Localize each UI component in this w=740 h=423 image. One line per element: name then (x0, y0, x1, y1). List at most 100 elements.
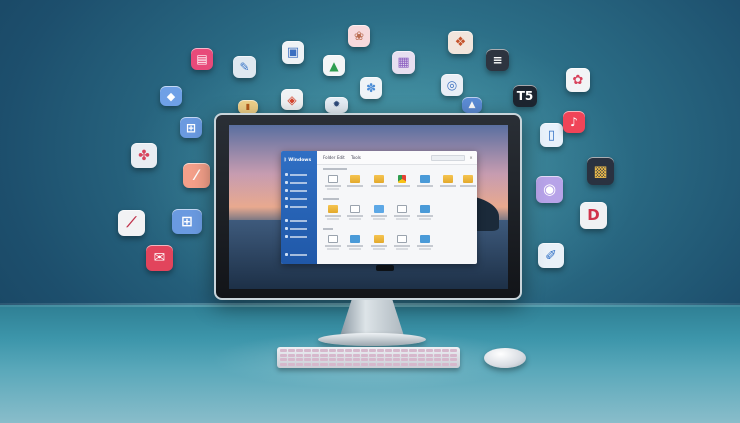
pencil-icon[interactable]: ⁄ (183, 163, 210, 188)
keyboard-key[interactable] (409, 349, 417, 352)
keyboard-key[interactable] (409, 358, 417, 361)
file-item[interactable] (345, 205, 365, 223)
keyboard-key[interactable] (288, 353, 296, 357)
keyboard-key[interactable] (401, 362, 409, 366)
keyboard-key[interactable] (288, 362, 296, 366)
keyboard-key[interactable] (425, 358, 433, 361)
file-explorer-window[interactable]: ᛒ Windows Folder Edit Tools × (281, 151, 477, 264)
folder-item[interactable] (369, 175, 389, 193)
file-item[interactable] (369, 205, 389, 223)
keyboard-key[interactable] (441, 362, 449, 366)
keyboard-key[interactable] (393, 362, 401, 366)
keyboard-key[interactable] (336, 358, 344, 361)
news-icon[interactable]: ▣ (282, 41, 304, 64)
keyboard-key[interactable] (280, 358, 288, 361)
petal-icon[interactable]: ✿ (566, 68, 590, 92)
keyboard-key[interactable] (360, 362, 368, 366)
keyboard-key[interactable] (417, 362, 425, 366)
keyboard-key[interactable] (393, 358, 401, 361)
keyboard-key[interactable] (312, 358, 320, 361)
chat-icon[interactable]: ✉ (146, 245, 173, 271)
keyboard-key[interactable] (425, 362, 433, 366)
keyboard-key[interactable] (393, 353, 401, 357)
folder-item[interactable] (438, 175, 458, 193)
keyboard-key[interactable] (328, 358, 336, 361)
file-item[interactable] (323, 205, 343, 223)
keyboard-key[interactable] (328, 362, 336, 366)
keyboard-key[interactable] (441, 358, 449, 361)
keyboard-key[interactable] (441, 349, 449, 352)
sidebar-item[interactable] (285, 173, 307, 176)
keyboard-key[interactable] (312, 362, 320, 366)
sidebar-item[interactable] (285, 197, 307, 200)
cube-icon[interactable]: ◆ (160, 86, 182, 106)
vector-icon[interactable]: ◈ (281, 89, 303, 110)
sidebar-item[interactable] (285, 227, 307, 230)
keyboard-key[interactable] (449, 349, 457, 352)
folder-item[interactable] (345, 175, 365, 193)
flower-icon[interactable]: ✽ (360, 77, 382, 99)
keyboard-key[interactable] (360, 353, 368, 357)
sidebar-item[interactable] (285, 253, 307, 256)
keyboard-key[interactable] (433, 358, 441, 361)
keyboard-key[interactable] (304, 358, 312, 361)
keyboard-key[interactable] (377, 349, 385, 352)
file-item[interactable] (415, 205, 435, 223)
keyboard-key[interactable] (449, 362, 457, 366)
keyboard-key[interactable] (320, 362, 328, 366)
keyboard-key[interactable] (336, 349, 344, 352)
folder-item[interactable] (323, 175, 343, 193)
keyboard-key[interactable] (304, 362, 312, 366)
drive-icon[interactable]: ▲ (323, 55, 345, 76)
keyboard-key[interactable] (449, 358, 457, 361)
photo-icon[interactable]: ❖ (448, 31, 473, 54)
chart-icon[interactable]: ▮ (238, 100, 258, 114)
keyboard-key[interactable] (385, 362, 393, 366)
keyboard-key[interactable] (352, 349, 360, 352)
keyboard-key[interactable] (368, 353, 377, 357)
close-icon[interactable]: × (468, 155, 474, 160)
widgets-icon[interactable]: ⊞ (180, 117, 202, 138)
keyboard-key[interactable] (288, 349, 296, 352)
keyboard-key[interactable] (296, 362, 304, 366)
keyboard-key[interactable] (320, 353, 328, 357)
tab-tools[interactable]: Tools (351, 155, 361, 160)
keyboard-key[interactable] (320, 349, 328, 352)
keyboard-key[interactable] (296, 353, 304, 357)
keyboard-key[interactable] (417, 358, 425, 361)
text-app-icon[interactable]: ≡ (486, 49, 509, 71)
keyboard-key[interactable] (368, 362, 377, 366)
keyboard-key[interactable] (344, 358, 352, 361)
file-item[interactable] (392, 205, 412, 223)
keyboard-key[interactable] (401, 349, 409, 352)
keyboard-key[interactable] (344, 353, 352, 357)
keyboard-key[interactable] (360, 358, 368, 361)
file-icon[interactable]: ▯ (540, 123, 563, 147)
notes-icon[interactable]: ▦ (392, 51, 415, 74)
keyboard-key[interactable] (385, 353, 393, 357)
target-icon[interactable]: ◎ (441, 74, 463, 96)
folder-item[interactable] (415, 175, 435, 193)
sidebar-item[interactable] (285, 181, 307, 184)
keyboard-key[interactable] (352, 362, 360, 366)
office-icon[interactable]: ▤ (191, 48, 213, 70)
keyboard-key[interactable] (344, 362, 352, 366)
settings-icon[interactable]: ✹ (325, 97, 348, 113)
sphere-icon[interactable]: ◉ (536, 176, 563, 203)
keyboard-key[interactable] (393, 349, 401, 352)
keyboard-key[interactable] (433, 362, 441, 366)
file-item[interactable] (392, 235, 412, 253)
sidebar-item[interactable] (285, 235, 307, 238)
draw-icon[interactable]: ✐ (538, 243, 564, 268)
keyboard-key[interactable] (409, 362, 417, 366)
keyboard-key[interactable] (280, 349, 288, 352)
keyboard-key[interactable] (312, 349, 320, 352)
keyboard[interactable] (277, 347, 460, 368)
keyboard-key[interactable] (385, 358, 393, 361)
gallery-icon[interactable]: ❀ (348, 25, 370, 47)
folder-item[interactable] (458, 175, 477, 193)
sidebar-item[interactable] (285, 205, 307, 208)
sidebar-item[interactable] (285, 219, 307, 222)
music-icon[interactable]: ♪ (563, 111, 585, 133)
keyboard-key[interactable] (344, 349, 352, 352)
